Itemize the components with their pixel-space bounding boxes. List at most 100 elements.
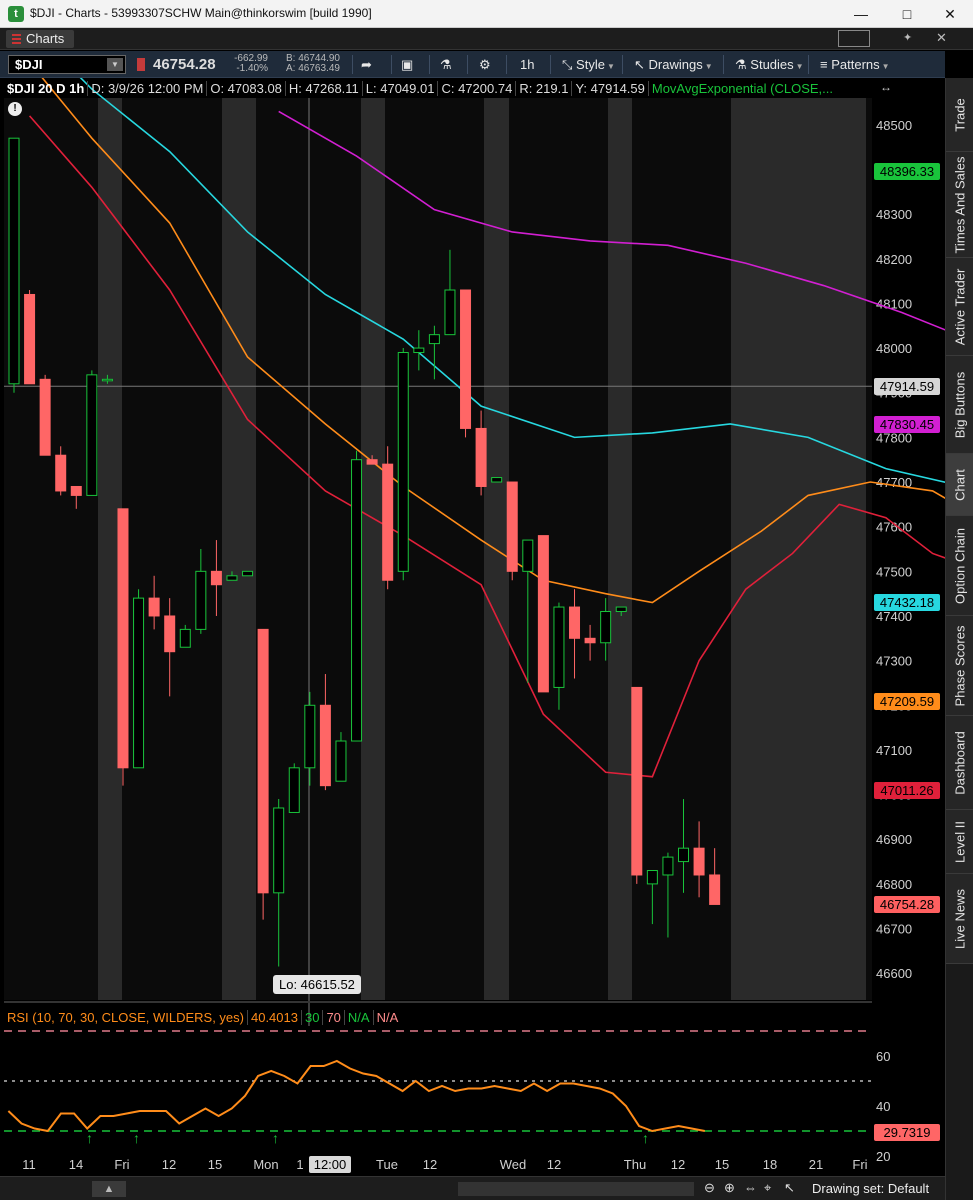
toolbar-divider <box>622 55 623 74</box>
zoom-out-icon[interactable]: ⊖ <box>704 1180 715 1196</box>
toolbar-divider <box>467 55 468 74</box>
sidetab-option-chain[interactable]: Option Chain <box>946 516 973 616</box>
candle-up <box>179 628 191 648</box>
price-axis-tick: 47500 <box>876 564 912 579</box>
candle-up <box>678 847 690 863</box>
price-axis-label: 47914.59 <box>874 378 940 396</box>
window-title: $DJI - Charts - 53993307SCHW Main@thinko… <box>30 6 372 20</box>
rsi-axis-tick: 60 <box>876 1049 890 1064</box>
price-axis-tick: 48500 <box>876 118 912 133</box>
drawings-menu-button[interactable]: ↖ Drawings ▼ <box>634 56 713 74</box>
close-tab-icon[interactable]: ✕ <box>936 30 947 46</box>
bar-date: D: 3/9/26 12:00 PM <box>88 81 208 96</box>
time-axis-tick: 12 <box>423 1157 437 1172</box>
toolbar-divider <box>723 55 724 74</box>
toolbar-divider <box>429 55 430 74</box>
sidetab-live-news[interactable]: Live News <box>946 874 973 964</box>
toolbar-divider <box>506 55 507 74</box>
candle-down <box>24 293 36 385</box>
candle-down <box>569 606 581 639</box>
patterns-icon: ≡ <box>820 57 828 72</box>
share-icon[interactable]: ➦ <box>361 56 372 74</box>
zoom-in-icon[interactable]: ⊕ <box>724 1180 735 1196</box>
time-axis-tick: Wed <box>500 1157 527 1172</box>
candle-up <box>351 459 363 742</box>
pointer-icon[interactable]: ↖ <box>784 1180 795 1196</box>
price-axis-tick: 48300 <box>876 207 912 222</box>
ema-study-label[interactable]: MovAvgExponential (CLOSE,... <box>649 81 836 96</box>
net-change-percent: -1.40% <box>236 63 268 74</box>
chart-style-toggle-icon[interactable]: ↔ <box>876 80 896 96</box>
price-axis-tick: 47600 <box>876 520 912 535</box>
sidetab-level-ii[interactable]: Level II <box>946 810 973 874</box>
sidetab-trade[interactable]: Trade <box>946 78 973 152</box>
sidetab-times-and-sales[interactable]: Times And Sales <box>946 152 973 258</box>
candle-down <box>382 463 394 581</box>
settings-gear-icon[interactable]: ⚙ <box>479 56 491 74</box>
time-axis-tick: 1 <box>296 1157 303 1172</box>
time-axis-tick: 12 <box>671 1157 685 1172</box>
price-axis-tick: 46900 <box>876 832 912 847</box>
candle-up <box>101 378 113 382</box>
sidetab-big-buttons[interactable]: Big Buttons <box>946 356 973 454</box>
candle-down <box>709 874 721 905</box>
price-axis-label: 48396.33 <box>874 163 940 181</box>
sidetab-label: Level II <box>952 820 967 863</box>
studies-menu-button[interactable]: ⚗ Studies ▼ <box>735 56 804 74</box>
minimize-icon[interactable]: — <box>838 0 884 28</box>
crosshair-icon[interactable]: ⌖ <box>764 1180 771 1196</box>
rsi-params[interactable]: RSI (10, 70, 30, CLOSE, WILDERS, yes) <box>4 1010 248 1025</box>
crosshair-y: Y: 47914.59 <box>572 81 649 96</box>
tab-bar: Charts ✦ ✕ <box>0 28 973 50</box>
candle-up <box>242 570 254 577</box>
pin-icon[interactable]: ✦ <box>903 31 912 44</box>
sidetab-phase-scores[interactable]: Phase Scores <box>946 616 973 716</box>
bar-close: C: 47200.74 <box>438 81 517 96</box>
bar-range: R: 219.1 <box>516 81 573 96</box>
patterns-menu-button[interactable]: ≡ Patterns ▼ <box>820 56 890 74</box>
snapshot-icon[interactable]: ▣ <box>401 56 413 74</box>
candle-down <box>537 535 549 693</box>
candle-down <box>164 615 176 653</box>
net-change: -662.99 -1.40% <box>234 54 268 74</box>
horizontal-expand-icon[interactable]: ⇔ <box>744 1180 757 1195</box>
cursor-icon: ↖ <box>634 57 645 72</box>
candle-up <box>195 570 207 630</box>
time-axis-tick: 21 <box>809 1157 823 1172</box>
sidetab-dashboard[interactable]: Dashboard <box>946 716 973 810</box>
candle-up <box>522 539 534 572</box>
price-axis-label: 47209.59 <box>874 693 940 710</box>
flask-icon[interactable]: ⚗ <box>440 56 452 74</box>
close-icon[interactable]: ✕ <box>927 0 973 28</box>
candle-down <box>319 704 331 787</box>
extended-hours-shade <box>222 98 256 1000</box>
rsi-value: 40.4013 <box>247 1010 302 1025</box>
chart-toolbar: $DJI ▼ 46754.28 -662.99 -1.40% B: 46744.… <box>0 51 945 78</box>
maximize-icon[interactable]: □ <box>884 0 930 28</box>
rsi-na-1: N/A <box>344 1010 374 1025</box>
candle-up <box>335 740 347 782</box>
sidetab-label: Big Buttons <box>952 371 967 438</box>
alert-icon[interactable]: ! <box>8 102 22 116</box>
sidetab-active-trader[interactable]: Active Trader <box>946 258 973 356</box>
candle-down <box>693 847 705 876</box>
style-menu-button[interactable]: ⤡ Style ▼ <box>562 56 615 74</box>
price-axis-tick: 47100 <box>876 743 912 758</box>
studies-label: Studies <box>750 57 794 72</box>
tab-charts[interactable]: Charts <box>6 30 75 48</box>
style-icon: ⤡ <box>562 57 573 72</box>
chevron-down-icon: ▼ <box>795 62 804 71</box>
sidetab-chart[interactable]: Chart <box>946 454 973 516</box>
time-scrollbar[interactable] <box>458 1182 694 1196</box>
symbol-period-label: $DJI 20 D 1h <box>4 81 89 96</box>
scroll-up-icon[interactable]: ▲ <box>92 1181 126 1197</box>
drawing-set-label[interactable]: Drawing set: Default <box>812 1181 929 1196</box>
symbol-input[interactable]: $DJI ▼ <box>8 55 126 74</box>
layout-icon[interactable] <box>838 30 870 47</box>
symbol-dropdown-icon[interactable]: ▼ <box>107 58 123 71</box>
timeframe-button[interactable]: 1h <box>520 56 534 74</box>
extended-hours-shade <box>731 98 866 1000</box>
candle-down <box>70 485 82 496</box>
sidetab-label: Option Chain <box>952 527 967 604</box>
rsi-buy-arrow-icon: ↑ <box>133 1130 140 1146</box>
